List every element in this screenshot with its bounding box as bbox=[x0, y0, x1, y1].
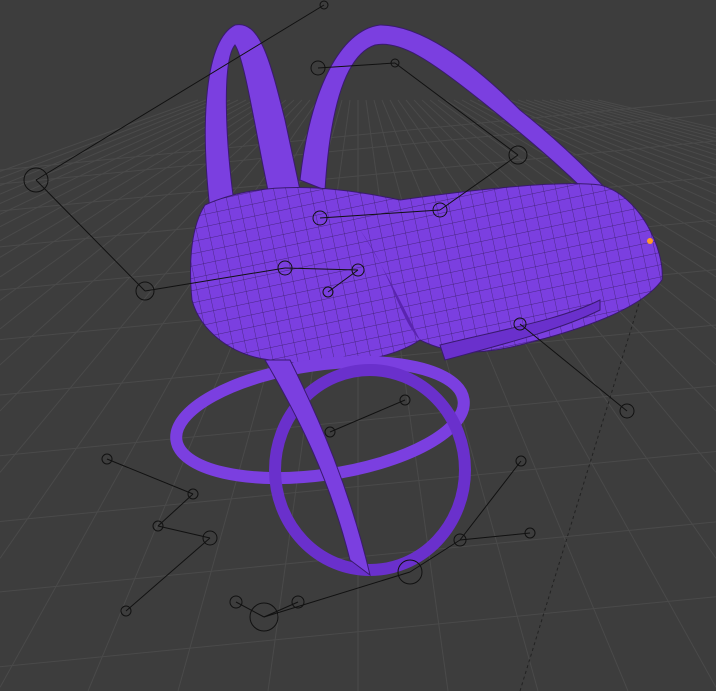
axis-line bbox=[519, 299, 641, 691]
bone[interactable] bbox=[157, 525, 211, 539]
3d-viewport[interactable] bbox=[0, 0, 716, 691]
grid-line bbox=[0, 99, 223, 195]
bone[interactable] bbox=[329, 399, 406, 433]
lower-loop-1[interactable] bbox=[169, 345, 471, 494]
bone[interactable] bbox=[106, 458, 194, 495]
bone[interactable] bbox=[459, 532, 531, 541]
grid-line bbox=[0, 99, 239, 215]
viewport-canvas[interactable] bbox=[0, 0, 716, 691]
grid-line bbox=[0, 99, 215, 187]
bone[interactable] bbox=[35, 179, 146, 292]
bone[interactable] bbox=[263, 571, 411, 618]
selected-vertex[interactable] bbox=[647, 238, 653, 244]
bone[interactable] bbox=[519, 323, 628, 412]
mesh-object[interactable] bbox=[169, 24, 663, 577]
bone[interactable] bbox=[317, 62, 396, 69]
bone[interactable] bbox=[125, 537, 211, 612]
